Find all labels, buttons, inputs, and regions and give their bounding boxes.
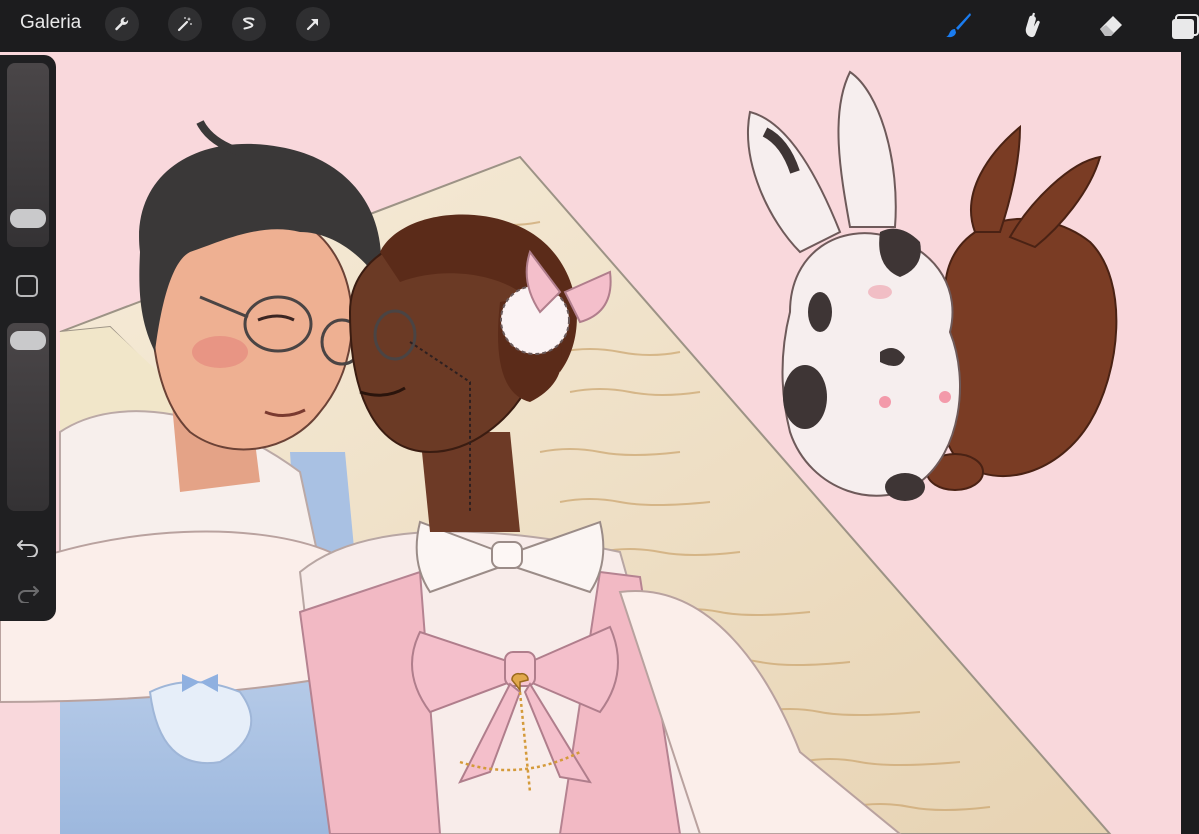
redo-icon[interactable] <box>14 581 42 605</box>
opacity-thumb[interactable] <box>10 331 46 350</box>
brush-icon[interactable] <box>941 8 975 42</box>
modify-button[interactable] <box>16 275 38 297</box>
opacity-slider[interactable] <box>7 323 49 511</box>
wrench-icon[interactable] <box>105 7 139 41</box>
left-sidebar <box>0 55 56 621</box>
smudge-icon[interactable] <box>1016 8 1050 42</box>
eraser-icon[interactable] <box>1094 8 1128 42</box>
selection-icon[interactable] <box>232 7 266 41</box>
canvas-edge <box>1181 50 1199 834</box>
layers-icon[interactable] <box>1168 8 1199 42</box>
brush-size-thumb[interactable] <box>10 209 46 228</box>
transform-arrow-icon[interactable] <box>296 7 330 41</box>
drawing-canvas[interactable] <box>0 52 1181 834</box>
artwork-image <box>0 70 1118 834</box>
gallery-button[interactable]: Galeria <box>20 12 81 34</box>
brush-size-slider[interactable] <box>7 63 49 247</box>
undo-icon[interactable] <box>14 535 42 559</box>
top-toolbar: Galeria <box>0 0 1199 50</box>
magic-wand-icon[interactable] <box>168 7 202 41</box>
